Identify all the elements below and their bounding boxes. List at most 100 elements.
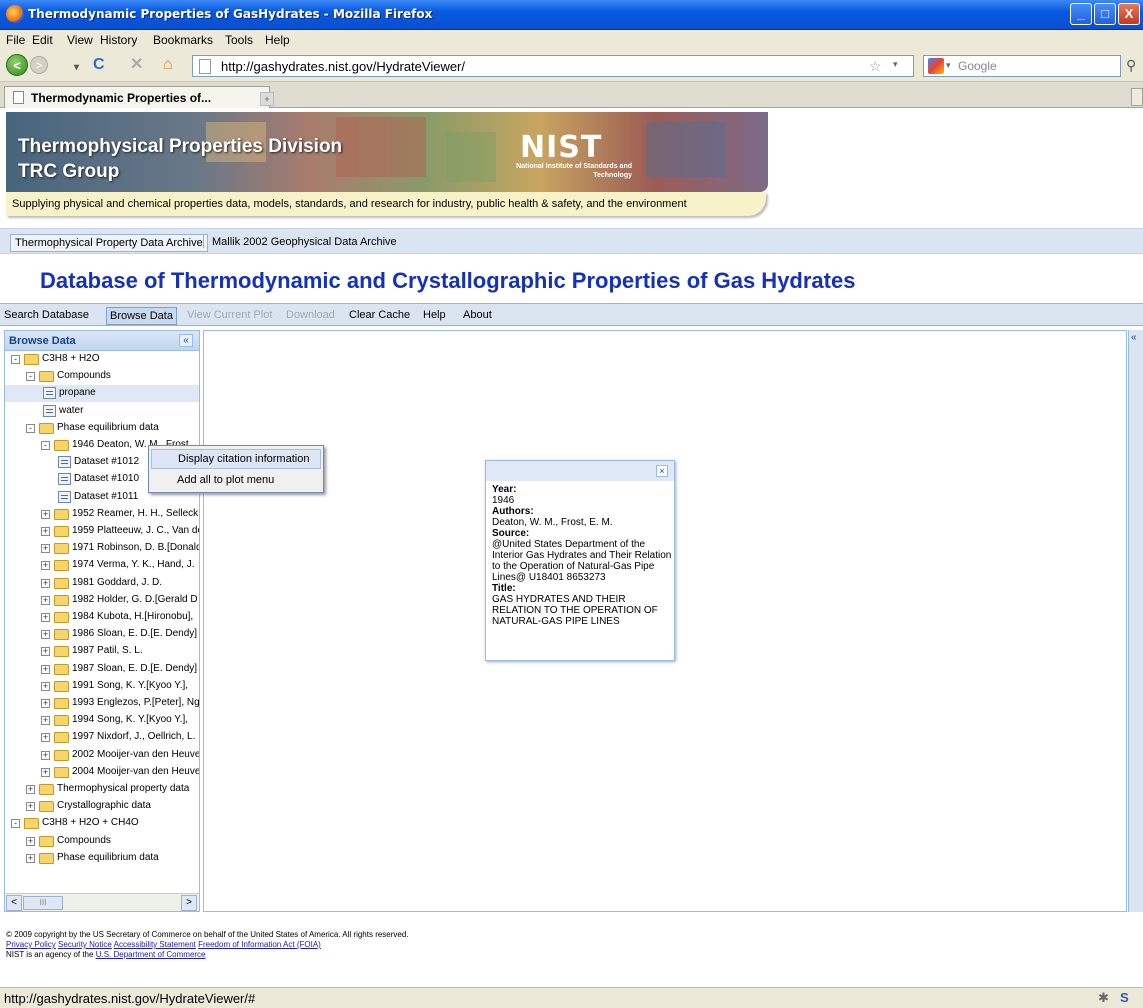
expand-node-icon[interactable]: + xyxy=(41,578,50,588)
expand-node-icon[interactable]: + xyxy=(41,630,50,640)
tree-leaf-item[interactable]: propane xyxy=(5,385,199,403)
tree-folder-item[interactable]: +1986 Sloan, E. D.[E. Dendy] xyxy=(5,626,199,643)
collapse-node-icon[interactable]: - xyxy=(11,355,20,364)
download-button[interactable]: Download xyxy=(286,309,335,321)
url-dropdown-icon[interactable]: ▾ xyxy=(893,59,898,70)
accessibility-link[interactable]: Accessibility Statement xyxy=(114,940,196,949)
search-box[interactable]: ▾ Google xyxy=(923,55,1121,77)
tree-folder-item[interactable]: +1993 Englezos, P.[Peter], Ng xyxy=(5,695,199,712)
clear-cache-button[interactable]: Clear Cache xyxy=(349,309,410,321)
expand-node-icon[interactable]: + xyxy=(41,733,50,743)
expand-node-icon[interactable]: + xyxy=(41,664,50,674)
commerce-link[interactable]: U.S. Department of Commerce xyxy=(96,950,206,959)
expand-node-icon[interactable]: + xyxy=(41,509,50,519)
browse-data-button[interactable]: Browse Data xyxy=(106,307,177,325)
tab-list-button[interactable] xyxy=(1131,88,1143,106)
expand-node-icon[interactable]: + xyxy=(26,785,35,794)
tree-folder-item[interactable]: + Thermophysical property data xyxy=(5,781,199,798)
expand-node-icon[interactable]: + xyxy=(41,767,50,777)
addon-icon[interactable]: ✱ xyxy=(1098,990,1109,1006)
collapse-node-icon[interactable]: - xyxy=(26,372,35,382)
new-tab-button[interactable]: + xyxy=(260,92,274,106)
maximize-button[interactable]: □ xyxy=(1094,3,1116,25)
security-notice-link[interactable]: Security Notice xyxy=(58,940,112,949)
menu-file[interactable]: File xyxy=(6,33,25,47)
skype-icon[interactable]: S xyxy=(1120,990,1129,1005)
url-bar[interactable]: http://gashydrates.nist.gov/HydrateViewe… xyxy=(192,55,914,77)
help-button[interactable]: Help xyxy=(423,309,446,321)
menu-tools[interactable]: Tools xyxy=(225,33,253,47)
collapse-node-icon[interactable]: - xyxy=(41,441,50,450)
expand-panel-icon[interactable]: « xyxy=(1131,332,1137,343)
expand-node-icon[interactable]: + xyxy=(41,716,50,726)
tree-folder-item[interactable]: - Compounds xyxy=(5,368,199,385)
nav-mallik-archive[interactable]: Mallik 2002 Geophysical Data Archive xyxy=(212,236,397,248)
expand-node-icon[interactable]: + xyxy=(41,527,50,536)
tree-folder-item[interactable]: +1981 Goddard, J. D. xyxy=(5,575,199,592)
expand-node-icon[interactable]: + xyxy=(26,836,35,846)
search-engine-dropdown-icon[interactable]: ▾ xyxy=(946,60,951,71)
menu-bookmarks[interactable]: Bookmarks xyxy=(153,33,213,47)
tree-folder-item[interactable]: +1974 Verma, Y. K., Hand, J. xyxy=(5,557,199,574)
tree-folder-item[interactable]: - C3H8 + H2O + CH4O xyxy=(5,815,199,832)
expand-node-icon[interactable]: + xyxy=(41,699,50,708)
history-dropdown-icon[interactable]: ▾ xyxy=(74,60,79,76)
expand-node-icon[interactable]: + xyxy=(41,647,50,657)
menu-view[interactable]: View xyxy=(67,33,93,47)
tree-folder-item[interactable]: + Crystallographic data xyxy=(5,798,199,815)
tree-folder-item[interactable]: +1987 Sloan, E. D.[E. Dendy] xyxy=(5,661,199,678)
tree-folder-item[interactable]: +1982 Holder, G. D.[Gerald D xyxy=(5,592,199,609)
tree-folder-item[interactable]: +1994 Song, K. Y.[Kyoo Y.], xyxy=(5,712,199,729)
about-button[interactable]: About xyxy=(463,309,492,321)
nav-thermophysical-archive[interactable]: Thermophysical Property Data Archive xyxy=(10,234,208,252)
menu-help[interactable]: Help xyxy=(265,33,290,47)
tree-folder-item[interactable]: +2004 Mooijer-van den Heuvel xyxy=(5,764,199,781)
tree-folder-item[interactable]: +1984 Kubota, H.[Hironobu], xyxy=(5,609,199,626)
minimize-button[interactable]: _ xyxy=(1070,3,1092,25)
close-window-button[interactable]: X xyxy=(1118,3,1140,25)
tree-folder-item[interactable]: + Phase equilibrium data xyxy=(5,850,199,867)
search-icon[interactable]: ⚲ xyxy=(1126,57,1136,74)
foia-link[interactable]: Freedom of Information Act (FOIA) xyxy=(198,940,321,949)
google-icon[interactable] xyxy=(928,58,944,74)
expand-node-icon[interactable]: + xyxy=(41,613,50,622)
bookmark-star-icon[interactable]: ☆ xyxy=(869,58,882,75)
tree-folder-item[interactable]: + Compounds xyxy=(5,833,199,850)
menu-history[interactable]: History xyxy=(100,33,137,47)
horizontal-scrollbar[interactable]: < III > xyxy=(5,893,199,911)
collapse-node-icon[interactable]: - xyxy=(26,423,35,433)
tree-leaf-item[interactable]: water xyxy=(5,403,199,420)
expand-node-icon[interactable]: + xyxy=(41,561,50,571)
tree-folder-item[interactable]: +1952 Reamer, H. H., Selleck xyxy=(5,506,199,523)
tree-folder-item[interactable]: +1997 Nixdorf, J., Oellrich, L. xyxy=(5,729,199,746)
scrollbar-thumb[interactable]: III xyxy=(23,896,63,910)
tree-folder-item[interactable]: - C3H8 + H2O xyxy=(5,351,199,368)
tree-folder-item[interactable]: - Phase equilibrium data xyxy=(5,420,199,437)
expand-node-icon[interactable]: + xyxy=(41,595,50,605)
stop-icon[interactable]: ✕ xyxy=(130,57,143,73)
tree-folder-item[interactable]: +2002 Mooijer-van den Heuvel xyxy=(5,747,199,764)
expand-node-icon[interactable]: + xyxy=(26,853,35,863)
tree-folder-item[interactable]: +1959 Platteeuw, J. C., Van der xyxy=(5,523,199,540)
menu-edit[interactable]: Edit xyxy=(32,33,53,47)
expand-node-icon[interactable]: + xyxy=(41,681,50,691)
scroll-right-icon[interactable]: > xyxy=(181,895,197,911)
tree-folder-item[interactable]: +1987 Patil, S. L. xyxy=(5,643,199,660)
home-icon[interactable]: ⌂ xyxy=(163,57,173,73)
menu-add-all-to-plot[interactable]: Add all to plot menu xyxy=(151,471,321,491)
back-button[interactable]: < xyxy=(6,54,28,76)
privacy-policy-link[interactable]: Privacy Policy xyxy=(6,940,56,949)
collapse-node-icon[interactable]: - xyxy=(11,819,20,829)
view-current-plot-button[interactable]: View Current Plot xyxy=(187,309,272,321)
right-collapsed-panel[interactable]: « xyxy=(1128,330,1143,912)
search-database-button[interactable]: Search Database xyxy=(4,309,89,321)
citation-close-button[interactable]: × xyxy=(656,465,668,477)
expand-node-icon[interactable]: + xyxy=(41,750,50,760)
tree-folder-item[interactable]: +1991 Song, K. Y.[Kyoo Y.], xyxy=(5,678,199,695)
menu-display-citation[interactable]: Display citation information xyxy=(151,449,321,469)
tab-thermodynamic-properties[interactable]: Thermodynamic Properties of... + xyxy=(4,86,274,108)
reload-icon[interactable]: C xyxy=(93,57,105,73)
forward-button[interactable]: > xyxy=(30,56,48,74)
tree-folder-item[interactable]: +1971 Robinson, D. B.[Donald xyxy=(5,540,199,557)
expand-node-icon[interactable]: + xyxy=(26,802,35,812)
